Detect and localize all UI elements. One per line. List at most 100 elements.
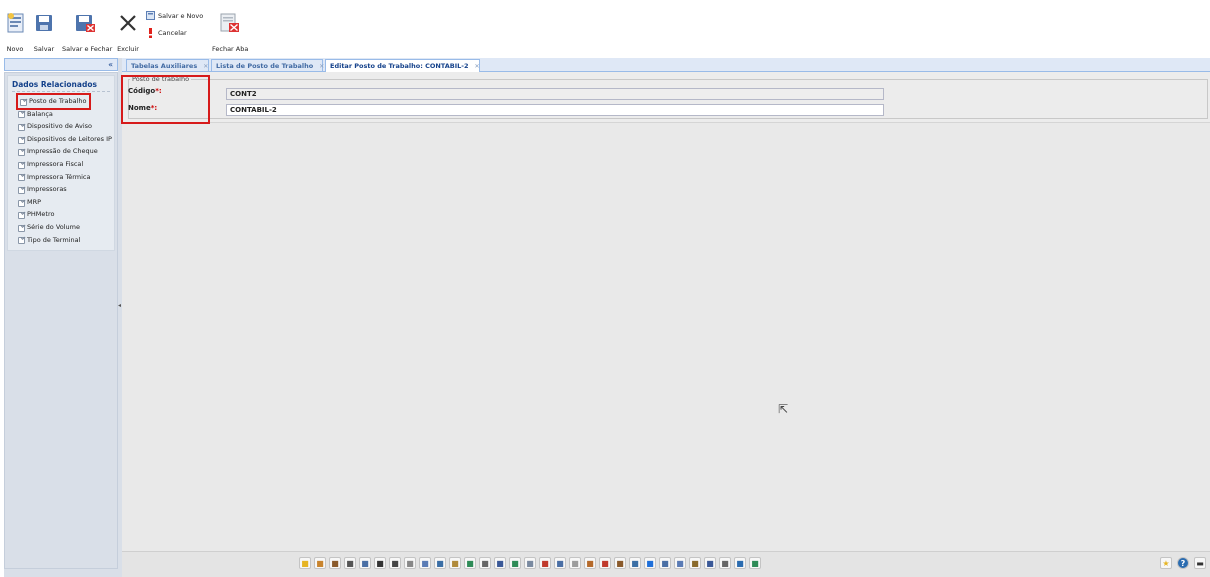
- help-icon[interactable]: ?: [1177, 557, 1189, 569]
- window-icon[interactable]: ■: [359, 557, 371, 569]
- main-toolbar: Novo Salvar Salvar e Fechar Excluir Salv…: [0, 0, 1210, 56]
- calculator-icon[interactable]: ■: [344, 557, 356, 569]
- related-item-impressao-cheque[interactable]: Impressão de Cheque: [18, 145, 112, 158]
- related-item-impressoras[interactable]: Impressoras: [18, 183, 112, 196]
- down-icon[interactable]: ■: [509, 557, 521, 569]
- related-item-serie-volume[interactable]: Série do Volume: [18, 221, 112, 234]
- sidebar-footer: [4, 569, 122, 577]
- diamond-icon[interactable]: ■: [644, 557, 656, 569]
- edit-form: Posto de trabalho Código*: CONT2 Nome*: …: [122, 72, 1210, 123]
- salvar-button[interactable]: Salvar: [33, 10, 55, 54]
- fechar-aba-button[interactable]: Fechar Aba: [212, 10, 248, 54]
- related-item-label: Balança: [27, 109, 53, 118]
- save-new-icon: [146, 11, 155, 20]
- tab-label: Editar Posto de Trabalho: CONTABIL-2: [330, 62, 469, 70]
- bottom-dock-bar: ■ ■ ■ ■ ■ ■ ■ ■ ■ ■ ■ ■ ■ ■ ■ ■ ■ ■ ■ ■ ■ ■ ■ ■ ■ ■ ■ ■ ■ ■ ■ ★? ▬: [122, 551, 1210, 577]
- related-list: Posto de Trabalho Balança Dispositivo de…: [16, 93, 112, 247]
- house-icon[interactable]: ■: [449, 557, 461, 569]
- tab-tabelas-auxiliares[interactable]: Tabelas Auxiliares ✕: [126, 59, 209, 71]
- related-item-leitores-ip[interactable]: Dispositivos de Leitores IP: [18, 133, 112, 146]
- excluir-label: Excluir: [117, 45, 139, 53]
- related-item-label: MRP: [27, 197, 42, 206]
- cancelar-label: Cancelar: [158, 29, 187, 37]
- close-icon[interactable]: ✕: [475, 63, 480, 70]
- machine-icon[interactable]: ■: [689, 557, 701, 569]
- shortcut-dock: ■ ■ ■ ■ ■ ■ ■ ■ ■ ■ ■ ■ ■ ■ ■ ■ ■ ■ ■ ■ ■ ■ ■ ■ ■ ■ ■ ■ ■ ■ ■: [299, 557, 761, 571]
- novo-button[interactable]: Novo: [4, 10, 26, 54]
- factory-icon[interactable]: ■: [539, 557, 551, 569]
- printer-icon[interactable]: ■: [419, 557, 431, 569]
- pen-icon[interactable]: ■: [404, 557, 416, 569]
- folder-icon[interactable]: ■: [314, 557, 326, 569]
- salvar-fechar-button[interactable]: Salvar e Fechar: [62, 10, 112, 54]
- related-item-label: Posto de Trabalho: [29, 97, 87, 105]
- book-icon[interactable]: ■: [479, 557, 491, 569]
- salvar-novo-button[interactable]: Salvar e Novo: [146, 11, 203, 20]
- tray-icon[interactable]: ■: [524, 557, 536, 569]
- related-item-impressora-termica[interactable]: Impressora Térmica: [18, 171, 112, 184]
- circle-icon[interactable]: ■: [389, 557, 401, 569]
- link-icon: [18, 199, 25, 207]
- tab-lista-posto[interactable]: Lista de Posto de Trabalho ✕: [211, 59, 324, 71]
- related-item-label: Impressora Térmica: [27, 172, 91, 181]
- related-item-phmetro[interactable]: PHMetro: [18, 208, 112, 221]
- related-data-panel: Dados Relacionados Posto de Trabalho Bal…: [4, 72, 118, 569]
- fieldset-highlight: [121, 75, 210, 124]
- close-icon[interactable]: ✕: [319, 63, 324, 70]
- mouse-cursor-icon: ⇱: [778, 402, 789, 416]
- abc-icon[interactable]: ■: [719, 557, 731, 569]
- link-icon: [18, 186, 25, 194]
- link-icon: [18, 148, 25, 157]
- sidebar-header: «: [4, 58, 118, 71]
- excluir-button[interactable]: Excluir: [116, 10, 140, 54]
- star-icon[interactable]: ■: [299, 557, 311, 569]
- related-item-posto-de-trabalho[interactable]: Posto de Trabalho: [16, 93, 112, 110]
- related-item-label: Impressoras: [27, 185, 67, 194]
- video-icon[interactable]: ▬: [1194, 557, 1206, 569]
- arrows-icon[interactable]: ■: [494, 557, 506, 569]
- codigo-field[interactable]: CONT2: [226, 88, 884, 100]
- bottle-icon[interactable]: ■: [569, 557, 581, 569]
- drum-icon[interactable]: ■: [614, 557, 626, 569]
- fruit-icon[interactable]: ■: [599, 557, 611, 569]
- main-content: Posto de trabalho Código*: CONT2 Nome*: …: [122, 72, 1210, 551]
- related-item-mrp[interactable]: MRP: [18, 196, 112, 209]
- star-icon[interactable]: ★: [1160, 557, 1172, 569]
- building-icon[interactable]: ■: [374, 557, 386, 569]
- salvar-label: Salvar: [33, 45, 55, 53]
- docs-icon[interactable]: ■: [674, 557, 686, 569]
- briefcase-icon[interactable]: ■: [329, 557, 341, 569]
- tab-editar-posto[interactable]: Editar Posto de Trabalho: CONTABIL-2 ✕: [325, 59, 480, 72]
- tab-strip: Tabelas Auxiliares ✕ Lista de Posto de Tr…: [122, 58, 1210, 72]
- leaf-icon[interactable]: ■: [749, 557, 761, 569]
- related-item-impressora-fiscal[interactable]: Impressora Fiscal: [18, 158, 112, 171]
- splitter-arrow-icon[interactable]: ◂: [118, 302, 121, 309]
- related-item-label: Série do Volume: [27, 222, 81, 231]
- save-close-icon: [76, 15, 95, 32]
- grid-icon[interactable]: ■: [434, 557, 446, 569]
- related-item-tipo-terminal[interactable]: Tipo de Terminal: [18, 234, 112, 247]
- cart-icon[interactable]: ■: [704, 557, 716, 569]
- new-document-icon: [7, 13, 24, 33]
- save-icon: [36, 15, 52, 31]
- related-item-label: Impressão de Cheque: [27, 147, 98, 156]
- link-icon: [18, 211, 25, 220]
- shelf-icon[interactable]: ■: [554, 557, 566, 569]
- close-icon[interactable]: ✕: [203, 63, 208, 70]
- refresh-icon[interactable]: ■: [734, 557, 746, 569]
- related-item-label: Dispositivos de Leitores IP: [27, 134, 112, 143]
- card-icon[interactable]: ■: [584, 557, 596, 569]
- box-icon[interactable]: ■: [629, 557, 641, 569]
- salvar-novo-label: Salvar e Novo: [158, 11, 204, 20]
- related-item-balanca[interactable]: Balança: [18, 108, 112, 121]
- nome-field[interactable]: CONTABIL-2: [226, 104, 884, 116]
- globe-icon[interactable]: ■: [464, 557, 476, 569]
- related-item-dispositivo-aviso[interactable]: Dispositivo de Aviso: [18, 120, 112, 133]
- chart-icon[interactable]: ■: [659, 557, 671, 569]
- cancelar-button[interactable]: Cancelar: [146, 28, 187, 38]
- novo-label: Novo: [6, 45, 24, 53]
- link-icon: [20, 98, 27, 106]
- collapse-sidebar-icon[interactable]: «: [108, 60, 113, 69]
- close-tab-icon: [220, 13, 239, 32]
- link-icon: [18, 161, 25, 169]
